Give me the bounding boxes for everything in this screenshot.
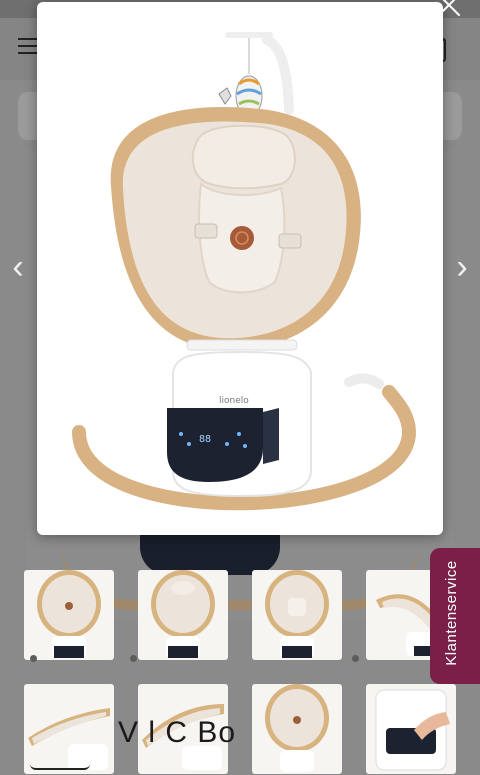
- thumbnail-7[interactable]: [252, 684, 342, 774]
- thumbnail-8[interactable]: [366, 684, 456, 774]
- customer-service-tab[interactable]: Klantenservice: [430, 548, 480, 684]
- customer-service-tab-label: Klantenservice: [443, 560, 460, 666]
- next-image-arrow[interactable]: ›: [450, 250, 474, 284]
- carousel-dot[interactable]: [30, 655, 37, 662]
- thumbnail-3[interactable]: [252, 570, 342, 660]
- previous-image-arrow[interactable]: ‹: [6, 250, 30, 284]
- close-icon[interactable]: [430, 0, 470, 20]
- control-display-digits: 88: [199, 434, 211, 445]
- carousel-dot[interactable]: [352, 655, 359, 662]
- product-title: V l C Bo: [118, 716, 237, 749]
- image-lightbox: lionelo 88: [37, 2, 443, 535]
- carousel-dots: [30, 655, 370, 663]
- brand-logo-text: lionelo: [219, 396, 249, 406]
- hero-product-control-panel: [140, 535, 280, 575]
- bottom-partial-element: [30, 760, 90, 770]
- carousel-dot[interactable]: [130, 655, 137, 662]
- thumbnail-1[interactable]: [24, 570, 114, 660]
- thumbnail-2[interactable]: [138, 570, 228, 660]
- product-image-baby-swing: lionelo 88: [49, 12, 431, 524]
